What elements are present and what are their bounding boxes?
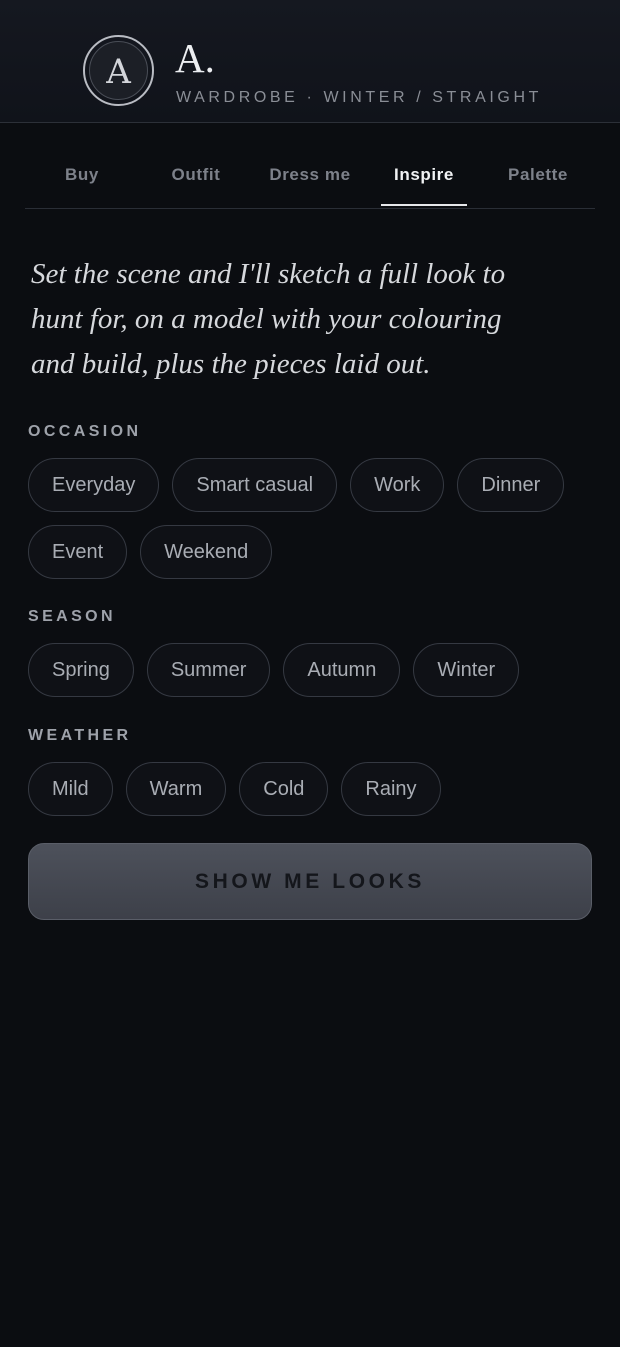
brand-subtitle: WARDROBE · WINTER / STRAIGHT — [176, 89, 542, 106]
avatar-monogram: A — [89, 41, 148, 100]
brand-title: A. — [175, 35, 215, 81]
chip-summer[interactable]: Summer — [146, 643, 271, 697]
chip-everyday[interactable]: Everyday — [28, 458, 160, 512]
app-header: A A. WARDROBE · WINTER / STRAIGHT — [0, 0, 620, 123]
tab-palette[interactable]: Palette — [481, 148, 595, 208]
intro-text: Set the scene and I'll sketch a full loo… — [31, 258, 506, 380]
tab-dress-me[interactable]: Dress me — [253, 148, 367, 208]
chip-rainy[interactable]: Rainy — [341, 762, 441, 816]
tab-outfit[interactable]: Outfit — [139, 148, 253, 208]
occasion-chips: Everyday Smart casual Work Dinner Event … — [28, 458, 598, 579]
chip-weekend[interactable]: Weekend — [140, 525, 273, 579]
tab-buy[interactable]: Buy — [25, 148, 139, 208]
chip-mild[interactable]: Mild — [28, 762, 113, 816]
chip-autumn[interactable]: Autumn — [283, 643, 401, 697]
avatar[interactable]: A — [83, 35, 154, 106]
tab-bar: Buy Outfit Dress me Inspire Palette — [25, 148, 595, 209]
chip-warm[interactable]: Warm — [125, 762, 227, 816]
tab-inspire[interactable]: Inspire — [367, 148, 481, 208]
season-label: SEASON — [28, 608, 116, 625]
weather-label: WEATHER — [28, 727, 132, 744]
weather-chips: Mild Warm Cold Rainy — [28, 762, 598, 816]
chip-event[interactable]: Event — [28, 525, 128, 579]
chip-cold[interactable]: Cold — [239, 762, 329, 816]
chip-dinner[interactable]: Dinner — [457, 458, 565, 512]
chip-work[interactable]: Work — [350, 458, 445, 512]
chip-spring[interactable]: Spring — [28, 643, 134, 697]
chip-smart-casual[interactable]: Smart casual — [172, 458, 338, 512]
show-me-looks-button[interactable]: SHOW ME LOOKS — [28, 843, 592, 920]
occasion-label: OCCASION — [28, 423, 142, 440]
chip-winter[interactable]: Winter — [413, 643, 520, 697]
season-chips: Spring Summer Autumn Winter — [28, 643, 598, 697]
